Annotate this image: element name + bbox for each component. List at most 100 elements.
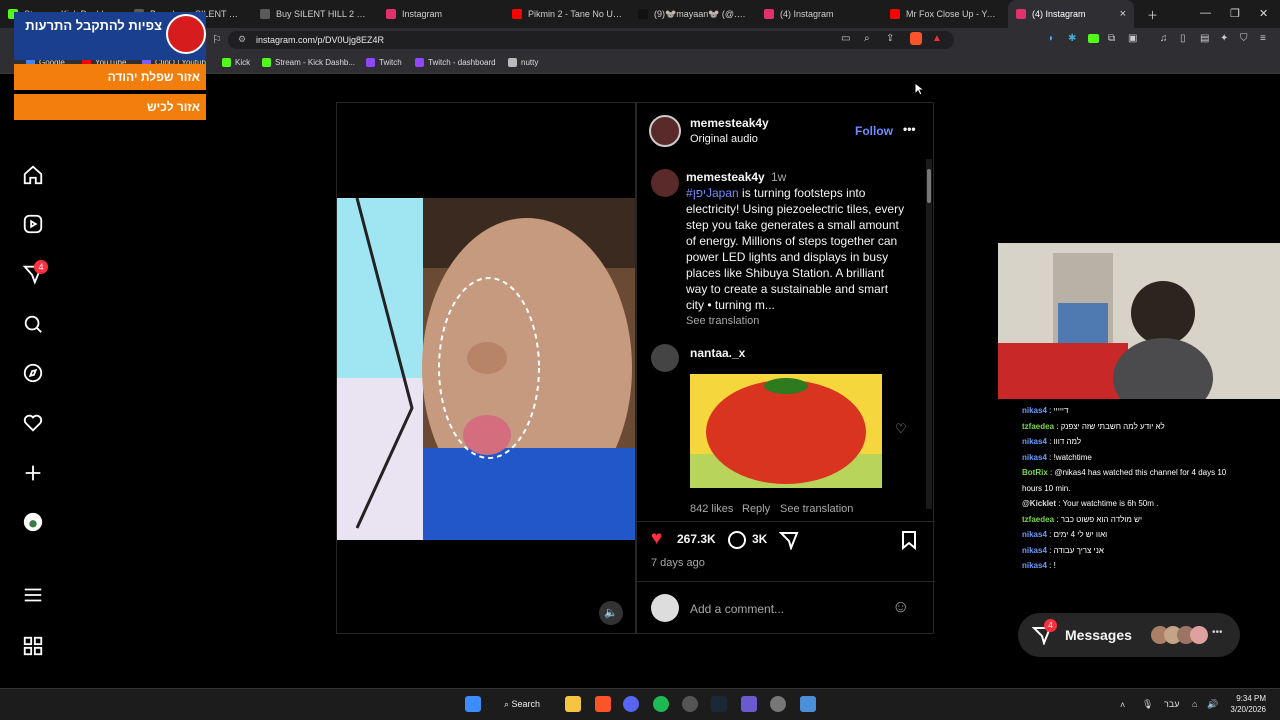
chat-username[interactable]: nikas4 bbox=[1022, 406, 1047, 415]
clock-time[interactable]: 9:34 PM bbox=[1226, 694, 1266, 703]
like-icon[interactable]: ♥ bbox=[651, 528, 662, 550]
minimize-icon[interactable]: — bbox=[1200, 7, 1211, 19]
emoji-icon[interactable]: ☺ bbox=[892, 597, 909, 617]
extension-icon[interactable]: ▣ bbox=[1128, 33, 1137, 44]
extension-icon[interactable] bbox=[1088, 34, 1099, 43]
browser-tab[interactable]: (4) Instagram bbox=[756, 0, 882, 28]
app-icon[interactable] bbox=[741, 696, 757, 712]
brave-shield-icon[interactable] bbox=[910, 32, 922, 45]
browser-tab[interactable]: Pikmin 2 - Tane No Uta Ex bbox=[504, 0, 630, 28]
mute-icon[interactable]: 🔈 bbox=[599, 601, 623, 625]
maximize-icon[interactable]: ❐ bbox=[1230, 7, 1240, 20]
extension-icon[interactable]: ◗ bbox=[1048, 33, 1054, 44]
start-icon[interactable] bbox=[465, 696, 481, 712]
share-icon[interactable]: ⇪ bbox=[886, 33, 894, 44]
reels-icon[interactable] bbox=[22, 213, 44, 235]
extension-icon[interactable]: ✱ bbox=[1068, 33, 1076, 44]
steam-icon[interactable] bbox=[711, 696, 727, 712]
heart-icon[interactable] bbox=[22, 412, 44, 434]
network-icon[interactable]: ⌂ bbox=[1192, 699, 1197, 709]
explore-icon[interactable] bbox=[22, 362, 44, 384]
chat-username[interactable]: BotRix bbox=[1022, 468, 1048, 477]
caption-avatar[interactable] bbox=[651, 169, 679, 197]
taskbar-search[interactable]: ⌕ Search bbox=[504, 699, 540, 710]
brave-browser-icon[interactable] bbox=[595, 696, 611, 712]
comment-like-icon[interactable]: ♡ bbox=[895, 421, 907, 437]
chat-username[interactable]: nikas4 bbox=[1022, 561, 1047, 570]
browser-tab[interactable]: Mr Fox Close Up - YouTub bbox=[882, 0, 1008, 28]
comment-gif[interactable] bbox=[690, 374, 882, 488]
author-name[interactable]: memesteak4y bbox=[690, 115, 769, 131]
profile-icon[interactable] bbox=[22, 511, 44, 533]
media-icon[interactable]: ♫ bbox=[1160, 33, 1168, 44]
more-icon[interactable]: ••• bbox=[1212, 627, 1223, 638]
chat-username[interactable]: nikas4 bbox=[1022, 437, 1047, 446]
bookmark-item[interactable]: nutty bbox=[508, 58, 538, 67]
apps-icon[interactable] bbox=[22, 635, 44, 657]
like-count[interactable]: 267.3K bbox=[677, 531, 716, 547]
chat-username[interactable]: tzfaedea bbox=[1022, 422, 1054, 431]
clock-date[interactable]: 3/20/2026 bbox=[1226, 705, 1266, 714]
reply-button[interactable]: Reply bbox=[742, 501, 770, 517]
browser-tab[interactable]: Instagram bbox=[378, 0, 504, 28]
zoom-icon[interactable]: ⌕ bbox=[864, 33, 870, 44]
browser-tab[interactable]: (9)🐭mayaan🐭 (@.therie bbox=[630, 0, 756, 28]
language-indicator[interactable]: עבר bbox=[1164, 699, 1179, 709]
post-video[interactable]: 🔈 bbox=[336, 102, 636, 634]
discord-icon[interactable] bbox=[623, 696, 639, 712]
close-window-icon[interactable]: ✕ bbox=[1259, 7, 1268, 20]
audio-label[interactable]: Original audio bbox=[690, 131, 758, 147]
extensions-puzzle-icon[interactable]: ✦ bbox=[1220, 33, 1228, 44]
bookmark-item[interactable]: Kick bbox=[222, 58, 250, 67]
brave-rewards-icon[interactable]: ▲ bbox=[932, 33, 942, 44]
create-icon[interactable] bbox=[22, 462, 44, 484]
settings-icon[interactable] bbox=[770, 696, 786, 712]
commenter-avatar[interactable] bbox=[651, 344, 679, 372]
caption-author[interactable]: memesteak4y bbox=[686, 169, 765, 185]
tray-chevron-icon[interactable]: ˄ bbox=[1120, 700, 1125, 710]
browser-tab[interactable]: Buy SILENT HILL 2 PC CD K bbox=[252, 0, 378, 28]
comment-see-translation[interactable]: See translation bbox=[780, 501, 853, 517]
commenter-name[interactable]: nantaa._x bbox=[690, 345, 745, 361]
vpn-icon[interactable]: ⛉ bbox=[1240, 33, 1248, 44]
comment-icon[interactable] bbox=[727, 530, 747, 550]
chat-username[interactable]: tzfaedea bbox=[1022, 515, 1054, 524]
bookmark-item[interactable]: Stream - Kick Dashb... bbox=[262, 58, 355, 67]
follow-button[interactable]: Follow bbox=[855, 123, 893, 139]
bookmark-item[interactable]: Twitch bbox=[366, 58, 402, 67]
share-post-icon[interactable] bbox=[779, 530, 799, 550]
extension-icon[interactable]: ⧉ bbox=[1108, 33, 1115, 44]
more-options-icon[interactable]: ••• bbox=[903, 121, 916, 137]
screen-cast-icon[interactable]: ▭ bbox=[841, 33, 850, 44]
comments-scrollbar[interactable] bbox=[926, 159, 932, 509]
comment-input[interactable]: Add a comment... bbox=[690, 601, 784, 617]
browser-menu-icon[interactable]: ≡ bbox=[1260, 33, 1266, 44]
sidebar-icon[interactable]: ▯ bbox=[1180, 33, 1186, 44]
tab-close-icon[interactable]: × bbox=[1120, 8, 1126, 20]
tab-favicon-icon bbox=[890, 9, 900, 19]
volume-icon[interactable]: 🔊 bbox=[1207, 699, 1218, 710]
file-explorer-icon[interactable] bbox=[565, 696, 581, 712]
home-icon[interactable] bbox=[22, 164, 44, 186]
site-info-icon[interactable]: ⚙ bbox=[238, 34, 246, 45]
chat-username[interactable]: nikas4 bbox=[1022, 453, 1047, 462]
save-icon[interactable] bbox=[900, 530, 918, 550]
spotify-icon[interactable] bbox=[653, 696, 669, 712]
wallet-icon[interactable]: ▤ bbox=[1200, 33, 1209, 44]
chat-username[interactable]: @Kicklet bbox=[1022, 499, 1056, 508]
chat-username[interactable]: nikas4 bbox=[1022, 546, 1047, 555]
hashtag-link[interactable]: #יפןJapan bbox=[686, 186, 739, 200]
messages-button[interactable]: 4 Messages ••• bbox=[1018, 613, 1240, 657]
see-translation-link[interactable]: See translation bbox=[686, 313, 759, 329]
chat-username[interactable]: nikas4 bbox=[1022, 530, 1047, 539]
bookmark-page-icon[interactable]: ⚐ bbox=[212, 33, 222, 46]
bookmark-item[interactable]: Twitch - dashboard bbox=[415, 58, 496, 67]
search-icon[interactable] bbox=[22, 313, 44, 335]
obs-icon[interactable] bbox=[682, 696, 698, 712]
notepad-icon[interactable] bbox=[800, 696, 816, 712]
author-avatar[interactable] bbox=[649, 115, 681, 147]
menu-icon[interactable] bbox=[22, 584, 44, 606]
browser-tab[interactable]: (4) Instagram × bbox=[1008, 0, 1134, 28]
mic-icon[interactable]: 🎙 bbox=[1142, 699, 1153, 710]
new-tab-icon[interactable]: ＋ bbox=[1147, 7, 1158, 23]
